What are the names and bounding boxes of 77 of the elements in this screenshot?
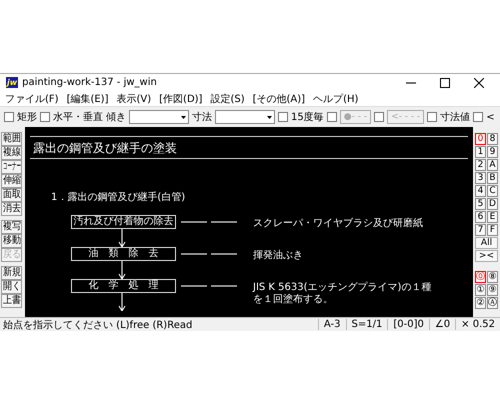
app-logo-icon: jw [6,77,18,88]
dropdown-field[interactable] [129,110,189,124]
checkbox-label: 水平・垂直 [53,110,103,124]
checkbox-label: 矩形 [17,111,37,124]
menu-item[interactable]: [その他(A)] [252,92,306,106]
layer-button[interactable]: E [487,211,498,223]
tool-button[interactable]: コーナー [1,160,22,174]
checkbox[interactable] [4,112,14,122]
arrow [118,293,126,311]
process-box: 汚れ及び付着物の除去 [71,215,176,229]
drawing-title: 露出の鋼管及び継手の塗装 [33,140,177,157]
layer-button[interactable]: C [487,185,498,197]
layer-group-button[interactable]: Ⓐ [487,297,498,309]
checkbox[interactable] [427,112,438,122]
layer-button[interactable]: 2 [475,159,486,171]
status-field: × 0.52 [455,319,500,330]
tool-button[interactable]: 開く [1,280,22,294]
note-text: を１回塗布する。 [253,293,333,306]
layer-button[interactable]: B [487,172,498,184]
tool-button[interactable]: 複線 [1,146,22,160]
arrow [118,261,126,279]
window-title: painting-work-137 - jw_win [22,77,158,88]
layer-group-button[interactable]: ② [475,297,486,309]
menu-item[interactable]: [編集(E)] [66,92,108,106]
process-box: 油 類 除 去 [71,247,176,261]
tool-button[interactable]: 伸縮 [1,174,22,188]
checkbox[interactable] [278,112,288,122]
checkbox[interactable] [473,112,484,122]
layer-button[interactable]: 3 [475,172,486,184]
process-box: 化 学 処 理 [71,279,176,293]
layer-group-button[interactable]: ⑨ [487,284,498,296]
layer-button[interactable]: 6 [475,211,486,223]
status-field: A-3 [318,319,346,330]
tool-button[interactable]: 新規 [1,266,22,280]
tool-button[interactable]: 消去 [1,202,22,216]
layer-button[interactable]: 4 [475,185,486,197]
tool-button[interactable]: 上書 [1,294,22,308]
note-text: スクレーパ・ワイヤブラシ及び研磨紙 [253,216,423,230]
tool-button[interactable]: 複写 [1,220,22,234]
dropdown-field[interactable] [215,110,275,124]
maximize-icon[interactable] [440,78,450,88]
drawing-heading: 1．露出の鋼管及び継手(白管) [51,190,186,204]
tool-button[interactable]: 移動 [1,234,22,248]
close-icon[interactable] [474,78,484,88]
note-text: 揮発油ぶき [253,248,303,262]
menu-item[interactable]: ファイル(F) [5,92,59,106]
menu-item[interactable]: [作図(D)] [159,92,202,106]
layer-button[interactable]: 8 [487,133,498,145]
layer-button[interactable]: 1 [475,146,486,158]
menu-item[interactable]: ヘルプ(H) [313,92,358,106]
layer-button[interactable]: 0 [475,133,486,145]
layer-button[interactable]: A [487,159,498,171]
tool-button[interactable]: 面取 [1,188,22,202]
status-field: ∠0 [428,319,456,330]
layer-button[interactable]: All [475,237,498,249]
field-label: 寸法 [192,110,212,124]
layer-button[interactable]: F [487,224,498,236]
menu-item[interactable]: 表示(V) [116,92,152,106]
note-text: JIS K 5633(エッチングプライマ)の１種 [253,280,432,294]
checkbox-label: 15度毎 [291,110,324,124]
status-field: [0-0]0 [387,319,429,330]
status-field: S=1/1 [346,319,388,330]
arrow [118,229,126,247]
tool-button[interactable]: 範囲 [1,132,22,146]
checkbox-label: 寸法値 [440,110,470,124]
layer-button[interactable]: 7 [475,224,486,236]
checkbox-label: < [486,112,495,122]
layer-button[interactable]: D [487,198,498,210]
field-label: 傾き [106,111,126,124]
layer-group-button[interactable]: ① [475,284,486,296]
layer-group-button[interactable]: ⑧ [487,271,498,283]
layer-button[interactable]: 5 [475,198,486,210]
layer-button[interactable]: 9 [487,146,498,158]
status-message: 始点を指示してください (L)free (R)Read [3,318,194,332]
layer-button[interactable]: >< [475,250,498,262]
menu-item[interactable]: 設定(S) [210,92,245,106]
checkbox[interactable] [40,112,50,122]
